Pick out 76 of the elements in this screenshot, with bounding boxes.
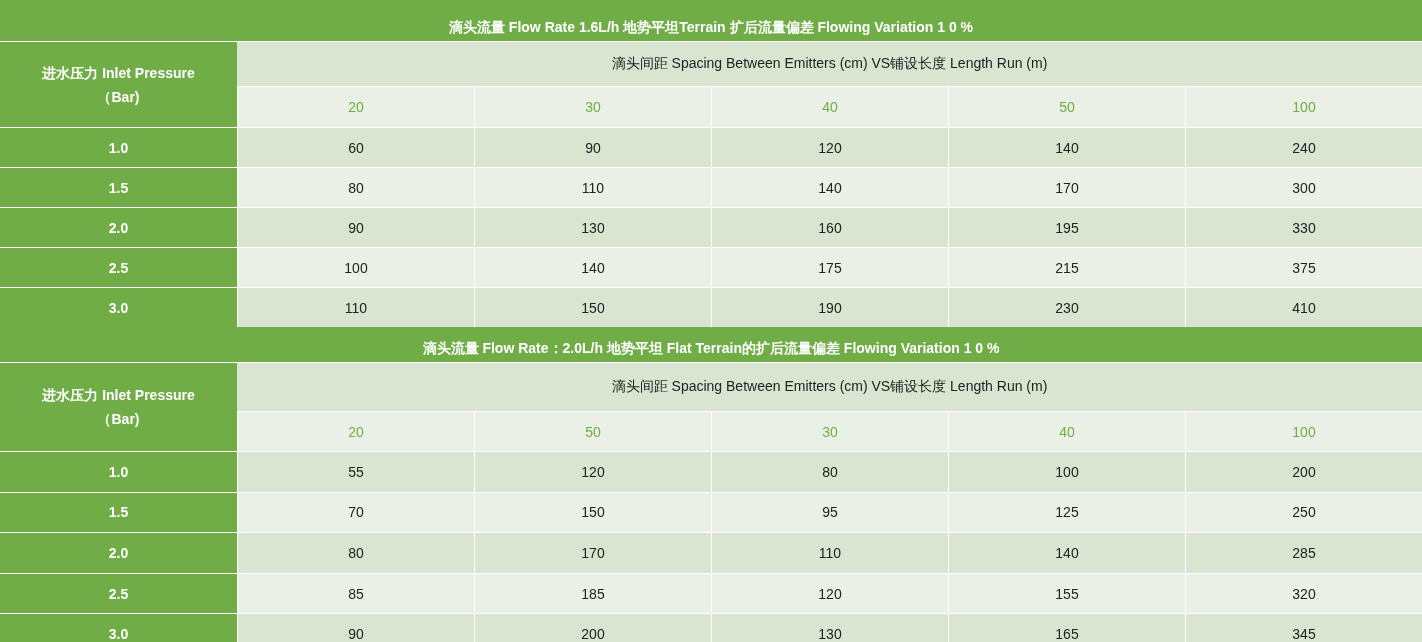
- table-cell: 80: [237, 167, 474, 207]
- column-header: 40: [711, 86, 948, 127]
- table-cell: 240: [1185, 127, 1422, 167]
- pressure-cell: 1.5: [0, 167, 237, 207]
- table-cell: 120: [711, 127, 948, 167]
- pressure-cell: 1.0: [0, 451, 237, 492]
- table-cell: 110: [237, 287, 474, 327]
- table-cell: 190: [711, 287, 948, 327]
- pressure-cell: 2.5: [0, 572, 237, 614]
- pressure-cell: 2.0: [0, 207, 237, 247]
- table-cell: 110: [474, 167, 711, 207]
- column-header: 100: [1185, 86, 1422, 127]
- table-cell: 170: [948, 167, 1185, 207]
- table-title: 滴头流量 Flow Rate：2.0L/h 地势平坦 Flat Terrain的扩后流量偏差 Flowing Variation 1 0 %: [0, 327, 1422, 362]
- column-header: 30: [474, 86, 711, 127]
- table-cell: 130: [474, 207, 711, 247]
- table-cell: 185: [474, 572, 711, 614]
- table-cell: 70: [237, 491, 474, 533]
- table-cell: 85: [237, 572, 474, 614]
- table-cell: 80: [711, 451, 948, 492]
- table-cell: 140: [948, 127, 1185, 167]
- table-cell: 160: [711, 207, 948, 247]
- table-cell: 80: [237, 532, 474, 573]
- table-cell: 150: [474, 287, 711, 327]
- row-header: 进水压力 Inlet Pressure（Bar): [0, 362, 237, 451]
- table-cell: 195: [948, 207, 1185, 247]
- column-group-header: 滴头间距 Spacing Between Emitters (cm) VS铺设长度 Length Run (m): [237, 362, 1422, 411]
- row-header: 进水压力 Inlet Pressure（Bar): [0, 41, 237, 127]
- table-cell: 125: [948, 491, 1185, 533]
- table-cell: 100: [948, 451, 1185, 492]
- table-cell: 130: [711, 613, 948, 642]
- table-cell: 300: [1185, 167, 1422, 207]
- table-cell: 410: [1185, 287, 1422, 327]
- column-header: 20: [237, 411, 474, 451]
- table-cell: 250: [1185, 491, 1422, 533]
- table-cell: 330: [1185, 207, 1422, 247]
- table-cell: 90: [237, 207, 474, 247]
- table-cell: 140: [711, 167, 948, 207]
- table-title: 滴头流量 Flow Rate 1.6L/h 地势平坦Terrain 扩后流量偏差 Flowing Variation 1 0 %: [0, 0, 1422, 41]
- table-cell: 120: [474, 451, 711, 492]
- table-cell: 90: [474, 127, 711, 167]
- table-cell: 320: [1185, 572, 1422, 614]
- pressure-cell: 1.0: [0, 127, 237, 167]
- table-cell: 55: [237, 451, 474, 492]
- column-header: 40: [948, 411, 1185, 451]
- pressure-cell: 1.5: [0, 491, 237, 533]
- table-cell: 110: [711, 532, 948, 573]
- pressure-cell: 2.5: [0, 247, 237, 287]
- table-cell: 100: [237, 247, 474, 287]
- column-header: 100: [1185, 411, 1422, 451]
- table-cell: 170: [474, 532, 711, 573]
- column-header: 20: [237, 86, 474, 127]
- column-header: 30: [711, 411, 948, 451]
- pressure-cell: 2.0: [0, 532, 237, 573]
- table-cell: 200: [1185, 451, 1422, 492]
- table-cell: 230: [948, 287, 1185, 327]
- table-cell: 95: [711, 491, 948, 533]
- table-cell: 215: [948, 247, 1185, 287]
- table-cell: 155: [948, 572, 1185, 614]
- table-cell: 200: [474, 613, 711, 642]
- column-header: 50: [948, 86, 1185, 127]
- table-cell: 375: [1185, 247, 1422, 287]
- column-group-header: 滴头间距 Spacing Between Emitters (cm) VS铺设长度 Length Run (m): [237, 41, 1422, 86]
- table-cell: 165: [948, 613, 1185, 642]
- pressure-cell: 3.0: [0, 287, 237, 327]
- table-cell: 60: [237, 127, 474, 167]
- table-cell: 120: [711, 572, 948, 614]
- table-cell: 345: [1185, 613, 1422, 642]
- pressure-cell: 3.0: [0, 613, 237, 642]
- table-cell: 140: [474, 247, 711, 287]
- table-cell: 140: [948, 532, 1185, 573]
- table-cell: 150: [474, 491, 711, 533]
- table-cell: 175: [711, 247, 948, 287]
- table-cell: 90: [237, 613, 474, 642]
- table-cell: 285: [1185, 532, 1422, 573]
- column-header: 50: [474, 411, 711, 451]
